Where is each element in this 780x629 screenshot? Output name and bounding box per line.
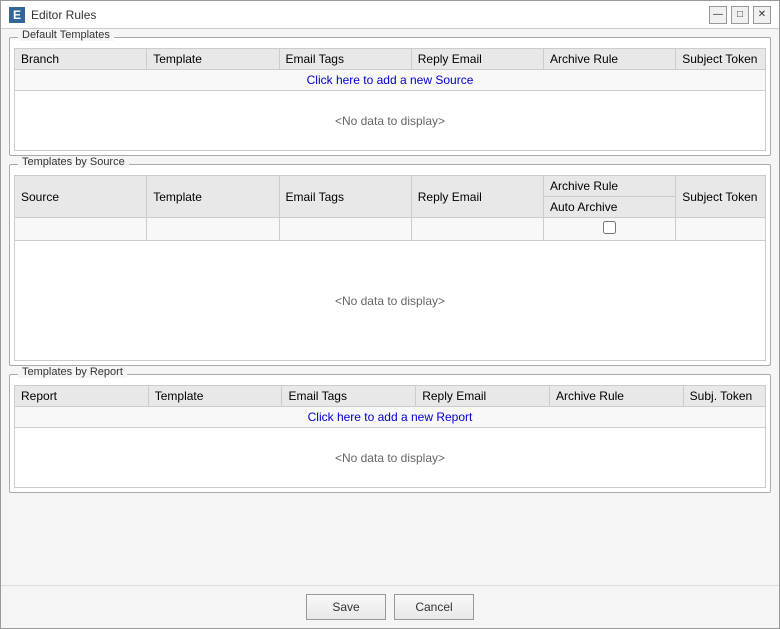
add-source-link[interactable]: Click here to add a new Source [15, 70, 766, 91]
header-subject-token: Subject Token [676, 49, 766, 70]
window-controls: — □ ✕ [709, 6, 771, 24]
header-source-email-tags: Email Tags [279, 176, 411, 218]
restore-button[interactable]: □ [731, 6, 749, 24]
save-button[interactable]: Save [306, 594, 386, 620]
source-cell [15, 218, 147, 241]
header-report: Report [15, 386, 149, 407]
templates-by-report-section: Templates by Report Report Template Emai… [9, 374, 771, 493]
header-auto-archive: Auto Archive [544, 197, 676, 218]
source-no-data: <No data to display> [15, 241, 766, 361]
templates-by-report-content: Report Template Email Tags Reply Email A… [10, 375, 770, 492]
default-templates-section: Default Templates Branch Template Email … [9, 37, 771, 156]
source-subject-token-cell [676, 218, 766, 241]
report-no-data-text: <No data to display> [15, 428, 766, 488]
header-source-template: Template [147, 176, 279, 218]
footer: Save Cancel [1, 585, 779, 628]
source-reply-email-cell [411, 218, 543, 241]
app-icon: E [9, 7, 25, 23]
header-reply-email: Reply Email [411, 49, 543, 70]
source-template-cell [147, 218, 279, 241]
header-source-subject-token: Subject Token [676, 176, 766, 218]
window-content: Default Templates Branch Template Email … [1, 29, 779, 585]
source-email-tags-cell [279, 218, 411, 241]
report-no-data: <No data to display> [15, 428, 766, 488]
templates-by-source-section: Templates by Source Source Template Emai… [9, 164, 771, 366]
title-bar: E Editor Rules — □ ✕ [1, 1, 779, 29]
header-report-template: Template [148, 386, 282, 407]
minimize-button[interactable]: — [709, 6, 727, 24]
window-title: Editor Rules [31, 8, 709, 22]
default-templates-header-row: Branch Template Email Tags Reply Email A… [15, 49, 766, 70]
header-source-reply-email: Reply Email [411, 176, 543, 218]
header-report-archive-rule: Archive Rule [549, 386, 683, 407]
header-report-subj-token: Subj. Token [683, 386, 765, 407]
add-report-row[interactable]: Click here to add a new Report [15, 407, 766, 428]
close-button[interactable]: ✕ [753, 6, 771, 24]
source-header-row-1: Source Template Email Tags Reply Email A… [15, 176, 766, 197]
default-templates-table: Branch Template Email Tags Reply Email A… [14, 48, 766, 151]
default-templates-no-data: <No data to display> [15, 91, 766, 151]
header-archive-rule: Archive Rule [544, 49, 676, 70]
header-source-archive-rule: Archive Rule [544, 176, 676, 197]
header-email-tags: Email Tags [279, 49, 411, 70]
header-report-email-tags: Email Tags [282, 386, 416, 407]
default-templates-content: Branch Template Email Tags Reply Email A… [10, 38, 770, 155]
cancel-button[interactable]: Cancel [394, 594, 474, 620]
default-templates-title: Default Templates [18, 29, 114, 41]
header-source: Source [15, 176, 147, 218]
add-source-row[interactable]: Click here to add a new Source [15, 70, 766, 91]
auto-archive-row [15, 218, 766, 241]
add-report-link[interactable]: Click here to add a new Report [15, 407, 766, 428]
source-auto-archive-cell[interactable] [544, 218, 676, 241]
templates-by-source-content: Source Template Email Tags Reply Email A… [10, 165, 770, 365]
header-report-reply-email: Reply Email [416, 386, 550, 407]
header-template: Template [147, 49, 279, 70]
default-templates-no-data-text: <No data to display> [15, 91, 766, 151]
report-header-row: Report Template Email Tags Reply Email A… [15, 386, 766, 407]
templates-by-report-title: Templates by Report [18, 366, 127, 378]
source-no-data-text: <No data to display> [15, 241, 766, 361]
editor-rules-window: E Editor Rules — □ ✕ Default Templates B… [0, 0, 780, 629]
templates-by-source-table: Source Template Email Tags Reply Email A… [14, 175, 766, 361]
auto-archive-checkbox[interactable] [603, 221, 616, 234]
templates-by-report-table: Report Template Email Tags Reply Email A… [14, 385, 766, 488]
templates-by-source-title: Templates by Source [18, 156, 129, 168]
header-branch: Branch [15, 49, 147, 70]
